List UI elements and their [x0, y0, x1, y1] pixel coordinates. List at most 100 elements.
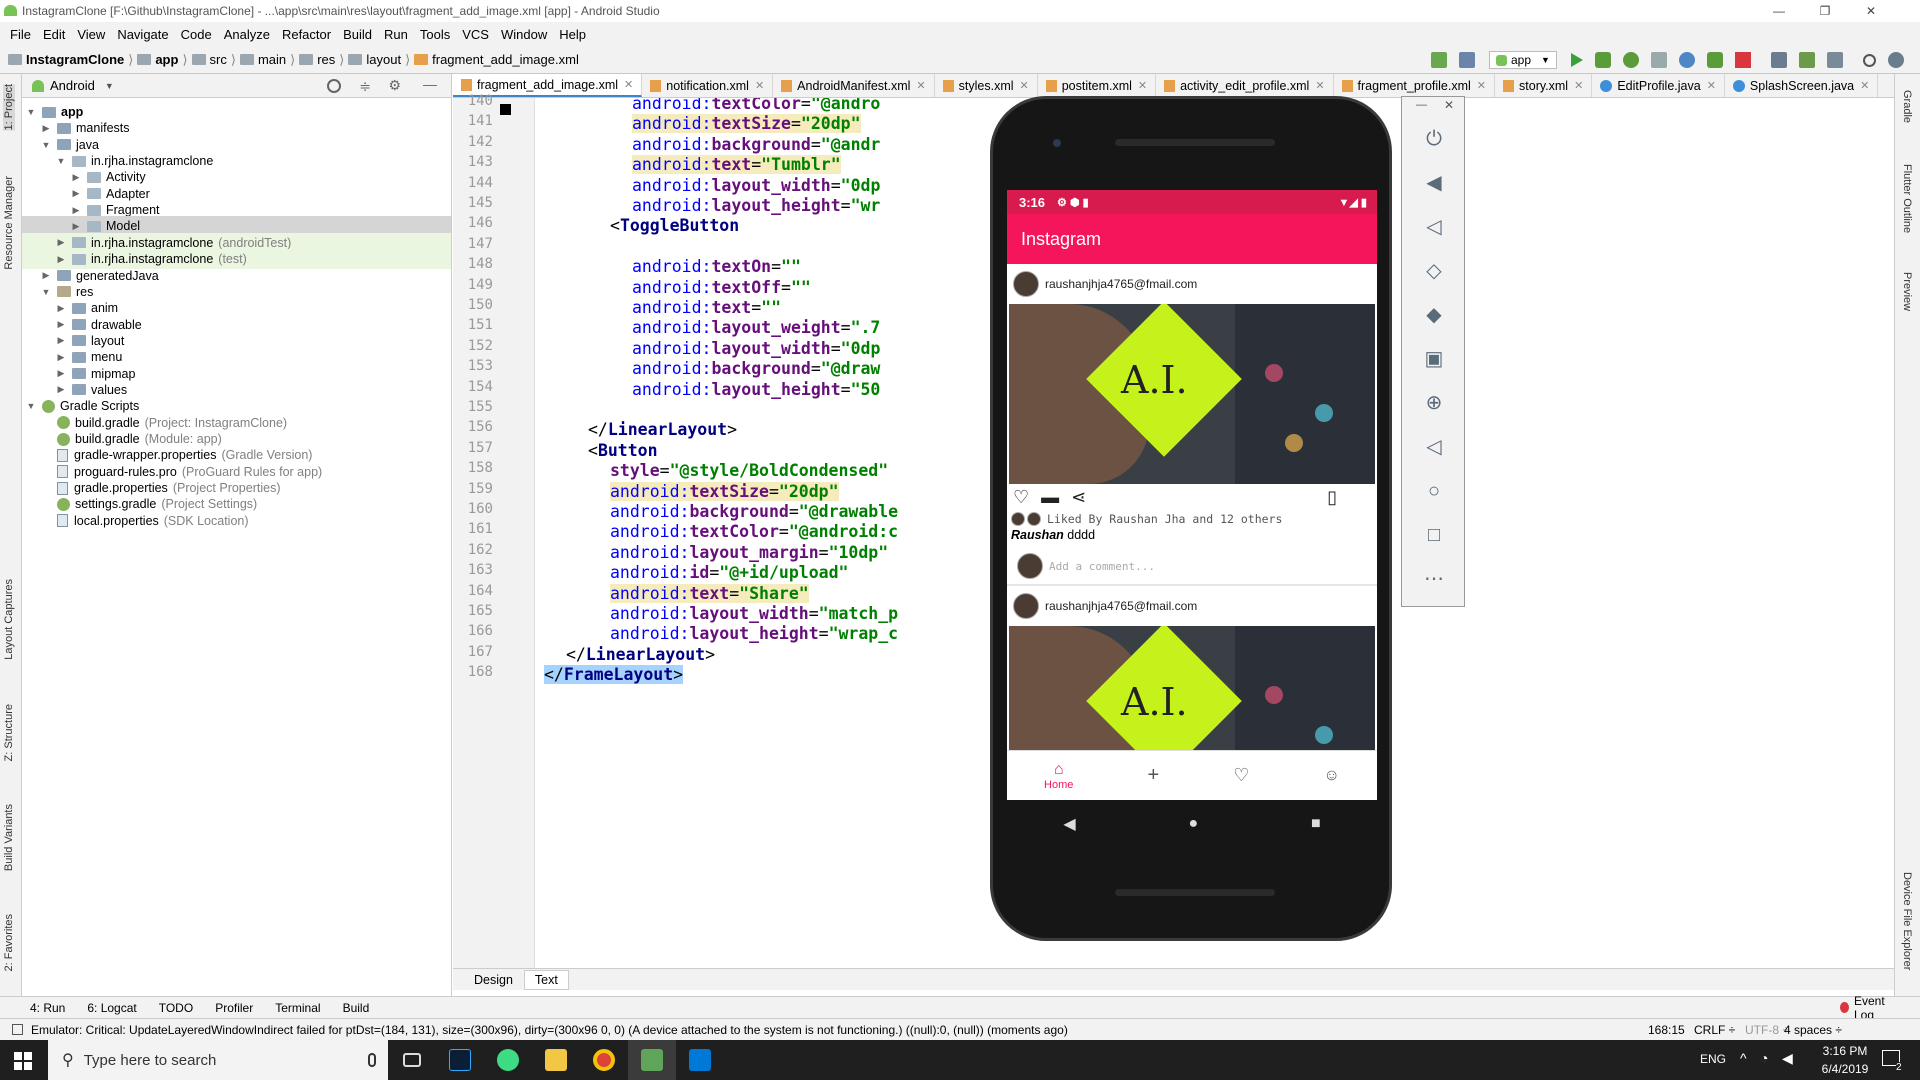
layout-inspector-icon[interactable]	[1826, 52, 1843, 68]
recents-icon[interactable]: ■	[1311, 815, 1321, 833]
stop-icon[interactable]	[1734, 52, 1751, 68]
zoom-icon[interactable]: ⊕	[1422, 391, 1446, 415]
profile-icon[interactable]	[1678, 52, 1695, 68]
hide-panel-icon[interactable]: —	[423, 76, 437, 92]
tool-logcat[interactable]: 6: Logcat	[87, 1001, 136, 1015]
emulator-icon[interactable]	[628, 1040, 676, 1080]
camera-icon[interactable]: ▣	[1422, 347, 1446, 371]
avatar[interactable]	[1013, 271, 1039, 297]
collapsed-arrow-icon[interactable]: ▶	[71, 205, 81, 216]
tool-profiler[interactable]: Profiler	[215, 1001, 253, 1015]
maximize-icon[interactable]: ❐	[1802, 0, 1848, 22]
menu-item-tools[interactable]: Tools	[414, 27, 456, 42]
comment-input[interactable]: Add a comment...	[1049, 560, 1155, 573]
overview-icon[interactable]: □	[1422, 523, 1446, 547]
share-icon[interactable]: ⋖	[1071, 487, 1086, 508]
collapsed-arrow-icon[interactable]: ▶	[56, 335, 66, 346]
language-indicator[interactable]: ENG	[1700, 1052, 1726, 1066]
tool-terminal[interactable]: Terminal	[275, 1001, 320, 1015]
more-icon[interactable]: ⋯	[1422, 567, 1446, 591]
breadcrumb-item[interactable]: app ⟩	[137, 52, 188, 68]
expanded-arrow-icon[interactable]: ▼	[26, 107, 36, 117]
tool-favorites[interactable]: 2: Favorites	[3, 914, 15, 971]
menu-item-vcs[interactable]: VCS	[456, 27, 495, 42]
close-tab-icon[interactable]: ✕	[916, 79, 925, 92]
chevron-down-icon[interactable]: ▼	[105, 81, 114, 91]
vscode-icon[interactable]	[676, 1040, 724, 1080]
expanded-arrow-icon[interactable]: ▼	[41, 140, 51, 150]
post-image[interactable]: A.I.	[1009, 304, 1375, 484]
collapsed-arrow-icon[interactable]: ▶	[71, 221, 81, 232]
photoshop-icon[interactable]	[436, 1040, 484, 1080]
menu-item-edit[interactable]: Edit	[37, 27, 71, 42]
menu-item-refactor[interactable]: Refactor	[276, 27, 337, 42]
profile-icon[interactable]: ☺	[1324, 767, 1340, 785]
editor-tab[interactable]: styles.xml ✕	[935, 74, 1038, 97]
close-icon[interactable]: ✕	[1444, 98, 1454, 112]
microphone-icon[interactable]	[368, 1053, 376, 1067]
tool-resource-manager[interactable]: Resource Manager	[3, 176, 15, 270]
collapsed-arrow-icon[interactable]: ▶	[56, 254, 66, 265]
post-username[interactable]: raushanjhja4765@fmail.com	[1045, 599, 1197, 613]
collapsed-arrow-icon[interactable]: ▶	[56, 384, 66, 395]
status-toggle-icon[interactable]	[12, 1024, 23, 1035]
tool-structure[interactable]: Z: Structure	[3, 704, 15, 761]
settings-icon[interactable]	[1887, 52, 1904, 68]
windows-start-icon[interactable]	[14, 1052, 32, 1070]
tray-arrow-icon[interactable]: ^	[1740, 1050, 1747, 1066]
menu-item-code[interactable]: Code	[175, 27, 218, 42]
project-view-selector[interactable]: Android	[50, 78, 95, 93]
breadcrumb-item[interactable]: layout ⟩	[348, 52, 410, 68]
menu-item-run[interactable]: Run	[378, 27, 414, 42]
tool-project[interactable]: 1: Project	[3, 84, 15, 131]
tree-item[interactable]: local.properties (SDK Location)	[22, 511, 451, 531]
editor-tab[interactable]: fragment_profile.xml ✕	[1334, 74, 1496, 97]
collapsed-arrow-icon[interactable]: ▶	[56, 319, 66, 330]
apply-changes-icon[interactable]	[1594, 52, 1611, 68]
scroll-from-source-icon[interactable]	[327, 79, 341, 93]
debug-icon[interactable]	[1622, 52, 1639, 68]
nav-home[interactable]: ⌂ Home	[1044, 761, 1073, 791]
close-tab-icon[interactable]: ✕	[755, 79, 764, 92]
breadcrumb-item[interactable]: src ⟩	[191, 52, 236, 68]
menu-item-file[interactable]: File	[4, 27, 37, 42]
tool-flutter-outline[interactable]: Flutter Outline	[1901, 164, 1913, 233]
editor-tab[interactable]: story.xml ✕	[1495, 74, 1593, 97]
file-encoding[interactable]: UTF-8 ÷	[1745, 1023, 1789, 1037]
gear-icon[interactable]: ⚙	[388, 77, 401, 94]
code-line[interactable]: <ToggleButton	[610, 213, 739, 238]
search-icon[interactable]	[1862, 53, 1876, 67]
volume-up-icon[interactable]: ◀	[1422, 171, 1446, 195]
task-view-icon[interactable]	[388, 1040, 436, 1080]
tool-preview[interactable]: Preview	[1901, 272, 1913, 311]
breadcrumb-item[interactable]: InstagramClone ⟩	[8, 52, 133, 68]
volume-icon[interactable]: ◀	[1782, 1050, 1793, 1067]
breadcrumb-item[interactable]: fragment_add_image.xml	[414, 52, 579, 68]
rotate-right-icon[interactable]: ◆	[1422, 303, 1446, 327]
home-circle-icon[interactable]: ●	[1188, 815, 1198, 833]
run-icon[interactable]	[1570, 53, 1583, 67]
run-config-select[interactable]: app ▼	[1489, 51, 1557, 69]
editor-tab[interactable]: EditProfile.java ✕	[1592, 74, 1725, 97]
home-circle-icon[interactable]: ○	[1422, 479, 1446, 503]
tool-layout-captures[interactable]: Layout Captures	[3, 579, 15, 660]
breadcrumb-item[interactable]: main ⟩	[239, 52, 295, 68]
android-studio-taskbar-icon[interactable]	[484, 1040, 532, 1080]
collapsed-arrow-icon[interactable]: ▶	[56, 368, 66, 379]
menu-item-navigate[interactable]: Navigate	[111, 27, 174, 42]
network-icon[interactable]: ◔	[1760, 1050, 1768, 1066]
breadcrumb-item[interactable]: res ⟩	[299, 52, 344, 68]
close-tab-icon[interactable]: ✕	[1315, 79, 1324, 92]
menu-item-view[interactable]: View	[71, 27, 111, 42]
power-icon[interactable]: ⏻	[1422, 127, 1446, 151]
tool-todo[interactable]: TODO	[159, 1001, 193, 1015]
taskbar-search-input[interactable]: ⚲ Type here to search	[48, 1040, 388, 1080]
collapsed-arrow-icon[interactable]: ▶	[41, 123, 51, 134]
avd-manager-icon[interactable]	[1770, 52, 1787, 68]
code-line[interactable]: </FrameLayout>	[544, 662, 684, 687]
add-icon[interactable]: +	[1148, 764, 1160, 787]
expanded-arrow-icon[interactable]: ▼	[41, 287, 51, 297]
close-tab-icon[interactable]: ✕	[1860, 79, 1869, 92]
editor-tab[interactable]: notification.xml ✕	[642, 74, 774, 97]
back-icon[interactable]: ◀	[1063, 814, 1075, 834]
